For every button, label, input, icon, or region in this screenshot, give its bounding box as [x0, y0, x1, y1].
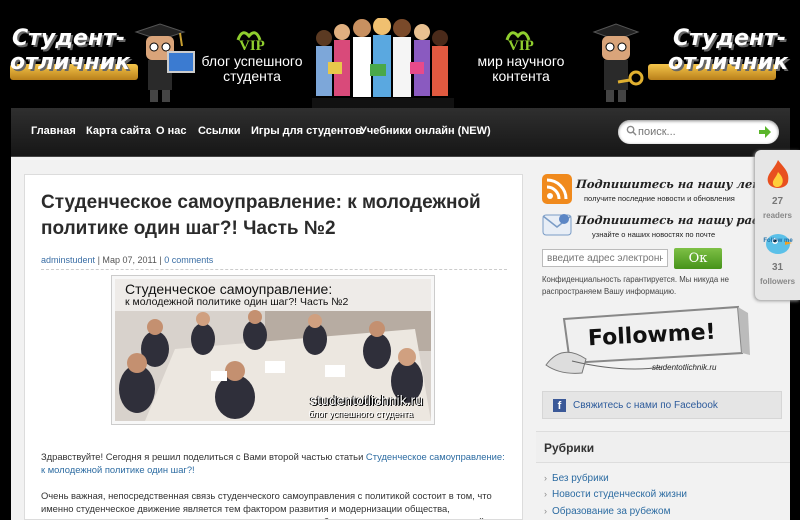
image-watermark-tagline: блог успешного студента [308, 409, 413, 419]
readers-label: readers [763, 211, 792, 220]
tagline-right: мир научного контента [477, 53, 565, 84]
followme-banner[interactable]: Followme! studentotlichnik.ru [542, 303, 754, 383]
facebook-connect-box[interactable]: f Свяжитесь с нами по Facebook [542, 391, 782, 419]
site-header: Студент- отличник VIP блог успешного сту… [0, 0, 800, 108]
post-meta: adminstudent | Мар 07, 2011 | 0 comments [41, 255, 213, 265]
image-watermark-site: studentotlichnik.ru [310, 392, 423, 408]
followme-badge-label: Follow me [763, 238, 793, 244]
post-intro-paragraph: Здравствуйте! Сегодня я решил поделиться… [41, 450, 511, 476]
post-author-link[interactable]: adminstudent [41, 255, 95, 265]
search-icon [626, 125, 637, 136]
newsletter-mail-icon[interactable] [542, 211, 572, 239]
subscribe-ok-button[interactable]: Ок [674, 248, 722, 269]
graduate-laptop-mascot-icon [134, 23, 195, 102]
category-link[interactable]: › Новости студенческой жизни [544, 489, 687, 500]
rubrics-header: Рубрики [536, 431, 790, 463]
search-input[interactable] [638, 124, 748, 140]
nav-item-student-games[interactable]: Игры для студентов [251, 125, 362, 137]
readers-count: 27 [771, 196, 784, 207]
category-link[interactable]: › Без рубрики [544, 473, 609, 484]
rss-subscribe-title[interactable]: Подпишитесь на нашу ленту [576, 177, 781, 191]
brand-line1-left: Студент- [12, 26, 126, 51]
nav-item-textbooks-online[interactable]: Учебники онлайн (NEW) [360, 125, 491, 137]
search-submit-arrow-icon[interactable] [758, 125, 772, 139]
nav-item-sitemap[interactable]: Карта сайта [86, 125, 151, 137]
brand-line1-right: Студент- [673, 26, 787, 51]
rubrics-title: Рубрики [544, 441, 595, 455]
category-label: Новости студенческой жизни [552, 489, 687, 500]
tagline-left: блог успешного студента [201, 53, 303, 84]
nav-item-about[interactable]: О нас [156, 125, 187, 137]
graduate-key-mascot-icon [592, 23, 644, 102]
post-comments-link[interactable]: 0 comments [164, 255, 213, 265]
followers-count: 31 [771, 262, 784, 273]
post-body-paragraph: Очень важная, непосредственная связь сту… [41, 490, 492, 519]
nav-item-links[interactable]: Ссылки [198, 125, 241, 137]
followme-username: studentotlichnik.ru [652, 363, 717, 372]
social-counter-widget: 27 readers Follow me 31 followers [755, 150, 800, 300]
followers-label: followers [759, 277, 796, 286]
category-label: Без рубрики [552, 473, 609, 484]
post-date: Мар 07, 2011 [102, 255, 157, 265]
email-field[interactable] [542, 249, 668, 267]
facebook-connect-link[interactable]: Свяжитесь с нами по Facebook [573, 400, 718, 411]
sidebar: Подпишитесь на нашу ленту получите после… [536, 157, 800, 520]
content-wrapper: Студенческое самоуправление: к молодежно… [11, 157, 800, 520]
chevron-right-icon: › [544, 506, 547, 516]
privacy-note: Конфиденциальность гарантируется. Мы ник… [542, 275, 729, 296]
image-caption-title: Студенческое самоуправление: [125, 281, 333, 297]
students-group-photo [312, 18, 454, 108]
feedburner-flame-icon[interactable] [764, 158, 792, 192]
search-box [618, 120, 779, 144]
brand-line2-right: отличник [668, 50, 789, 75]
image-caption-subtitle: к молодежной политике один шаг?! Часть №… [125, 296, 349, 308]
category-label: Образование за рубежом [552, 506, 671, 517]
rss-subscribe-note: получите последние новости и обновления [584, 194, 735, 203]
post-title[interactable]: Студенческое самоуправление: к молодежно… [41, 190, 511, 242]
rss-icon[interactable] [542, 174, 572, 204]
post-intro-text: Здравствуйте! Сегодня я решил поделиться… [41, 451, 366, 462]
chevron-right-icon: › [544, 489, 547, 499]
chevron-right-icon: › [544, 473, 547, 483]
post-divider [41, 269, 507, 270]
brand-line2-left: отличник [10, 50, 131, 75]
category-link[interactable]: › Образование за рубежом [544, 506, 670, 517]
main-navigation: Главная Карта сайта О нас Ссылки Игры дл… [11, 108, 790, 157]
post-article: Студенческое самоуправление: к молодежно… [24, 174, 523, 520]
newsletter-subscribe-note: узнайте о наших новостях по почте [592, 230, 716, 239]
nav-item-home[interactable]: Главная [31, 125, 76, 137]
facebook-icon: f [553, 399, 566, 412]
post-featured-image[interactable]: Студенческое самоуправление: к молодежно… [111, 275, 435, 425]
